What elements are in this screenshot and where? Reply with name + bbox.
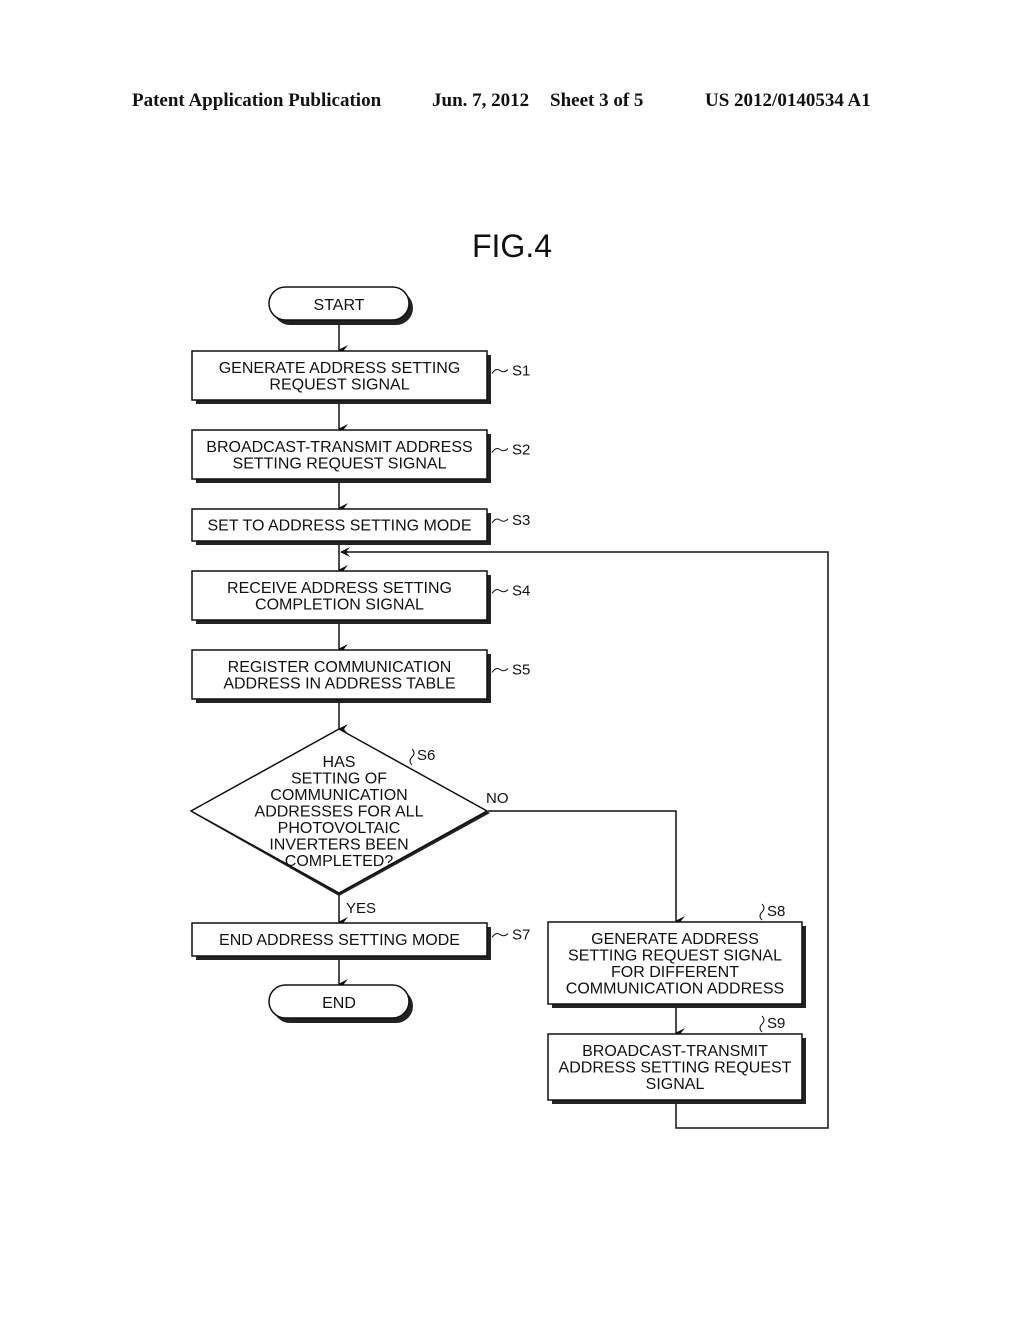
arrow-s6-s8-no [488, 810, 685, 926]
process-box-s8: GENERATE ADDRESSSETTING REQUEST SIGNALFO… [547, 903, 806, 1008]
step-id-s7: S7 [512, 927, 530, 944]
decision-text-line: INVERTERS BEEN [269, 837, 408, 854]
step-text-line: SET TO ADDRESS SETTING MODE [207, 518, 471, 535]
decision-text-line: COMPLETED? [285, 853, 394, 870]
leader-icon [491, 668, 509, 673]
step-text-line: RECEIVE ADDRESS SETTING [227, 580, 452, 597]
decision-text-line: HAS [323, 754, 356, 771]
step-id-s6: S6 [417, 747, 435, 764]
process-box-s3: SET TO ADDRESS SETTING MODE S3 [191, 508, 530, 545]
end-label: END [322, 995, 356, 1012]
start-label: START [314, 297, 365, 314]
leader-icon [491, 369, 509, 374]
process-box-s4: RECEIVE ADDRESS SETTINGCOMPLETION SIGNAL… [191, 570, 530, 624]
step-text-line: END ADDRESS SETTING MODE [219, 932, 460, 949]
process-box-s7: END ADDRESS SETTING MODE S7 [191, 922, 530, 960]
step-text-line: GENERATE ADDRESS [591, 931, 759, 948]
step-text-line: BROADCAST-TRANSMIT [582, 1043, 768, 1060]
leader-icon [759, 903, 765, 921]
decision-s6: HASSETTING OFCOMMUNICATIONADDRESSES FOR … [189, 728, 490, 896]
leader-icon [491, 518, 509, 524]
decision-text-line: PHOTOVOLTAIC [278, 820, 401, 837]
decision-text-line: ADDRESSES FOR ALL [255, 804, 424, 821]
decision-text-line: COMMUNICATION [270, 787, 407, 804]
step-id-s3: S3 [512, 512, 530, 529]
step-text-line: COMMUNICATION ADDRESS [566, 980, 784, 997]
leader-icon [491, 933, 509, 938]
step-text-line: BROADCAST-TRANSMIT ADDRESS [206, 439, 472, 456]
step-id-s5: S5 [512, 662, 530, 679]
process-box-s9: BROADCAST-TRANSMITADDRESS SETTING REQUES… [547, 1015, 806, 1104]
step-text-line: SETTING REQUEST SIGNAL [568, 947, 782, 964]
leader-icon [491, 589, 509, 594]
start-terminal: START [268, 286, 413, 325]
step-text-line: FOR DIFFERENT [611, 964, 739, 981]
step-text-line: COMPLETION SIGNAL [255, 596, 424, 613]
step-id-s9: S9 [767, 1015, 785, 1032]
yes-label: YES [346, 900, 376, 917]
step-text-line: GENERATE ADDRESS SETTING [219, 360, 461, 377]
process-box-s1: GENERATE ADDRESS SETTINGREQUEST SIGNAL S1 [191, 350, 530, 404]
step-id-s4: S4 [512, 583, 530, 600]
end-terminal: END [268, 984, 413, 1023]
leader-icon [491, 448, 509, 453]
step-text-line: SIGNAL [646, 1076, 705, 1093]
leader-icon [759, 1015, 765, 1033]
s6-leader-icon [409, 748, 415, 766]
step-id-s1: S1 [512, 363, 530, 380]
process-box-s2: BROADCAST-TRANSMIT ADDRESSSETTING REQUES… [191, 429, 530, 483]
step-text-line: SETTING REQUEST SIGNAL [233, 455, 447, 472]
step-id-s2: S2 [512, 442, 530, 459]
step-id-s8: S8 [767, 903, 785, 920]
step-text-line: ADDRESS IN ADDRESS TABLE [223, 675, 455, 692]
step-text-line: REGISTER COMMUNICATION [228, 659, 452, 676]
process-box-s5: REGISTER COMMUNICATIONADDRESS IN ADDRESS… [191, 649, 530, 703]
flowchart: START GENERATE ADDRESS SETTINGREQUEST SI… [189, 286, 829, 1129]
no-label: NO [486, 790, 509, 807]
step-text-line: ADDRESS SETTING REQUEST [559, 1060, 792, 1077]
step-text-line: REQUEST SIGNAL [269, 376, 409, 393]
decision-text-line: SETTING OF [291, 771, 387, 788]
